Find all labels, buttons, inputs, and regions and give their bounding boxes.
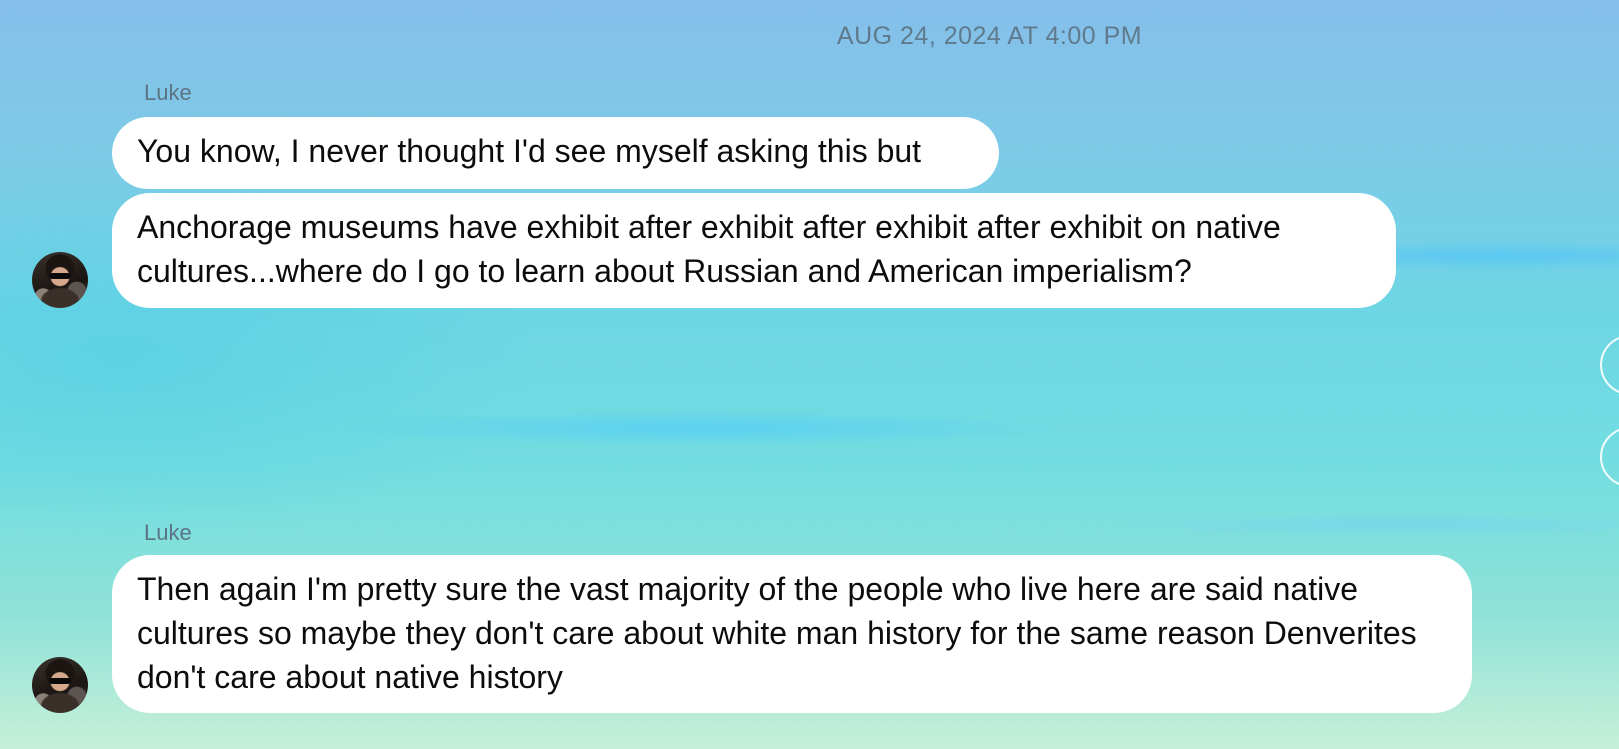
avatar-photo xyxy=(49,273,71,279)
circle-outline-icon[interactable] xyxy=(1600,427,1619,487)
avatar[interactable] xyxy=(32,252,88,308)
sender-name: Luke xyxy=(144,520,192,545)
avatar[interactable] xyxy=(32,657,88,713)
avatar-photo xyxy=(49,678,71,684)
sender-name: Luke xyxy=(144,80,192,105)
circle-outline-icon[interactable] xyxy=(1600,335,1619,395)
message-bubble[interactable]: You know, I never thought I'd see myself… xyxy=(112,117,999,189)
message-timestamp: AUG 24, 2024 AT 4:00 PM xyxy=(836,22,1143,50)
message-bubble[interactable]: Then again I'm pretty sure the vast majo… xyxy=(112,555,1472,713)
message-bubble[interactable]: Anchorage museums have exhibit after exh… xyxy=(112,193,1396,308)
